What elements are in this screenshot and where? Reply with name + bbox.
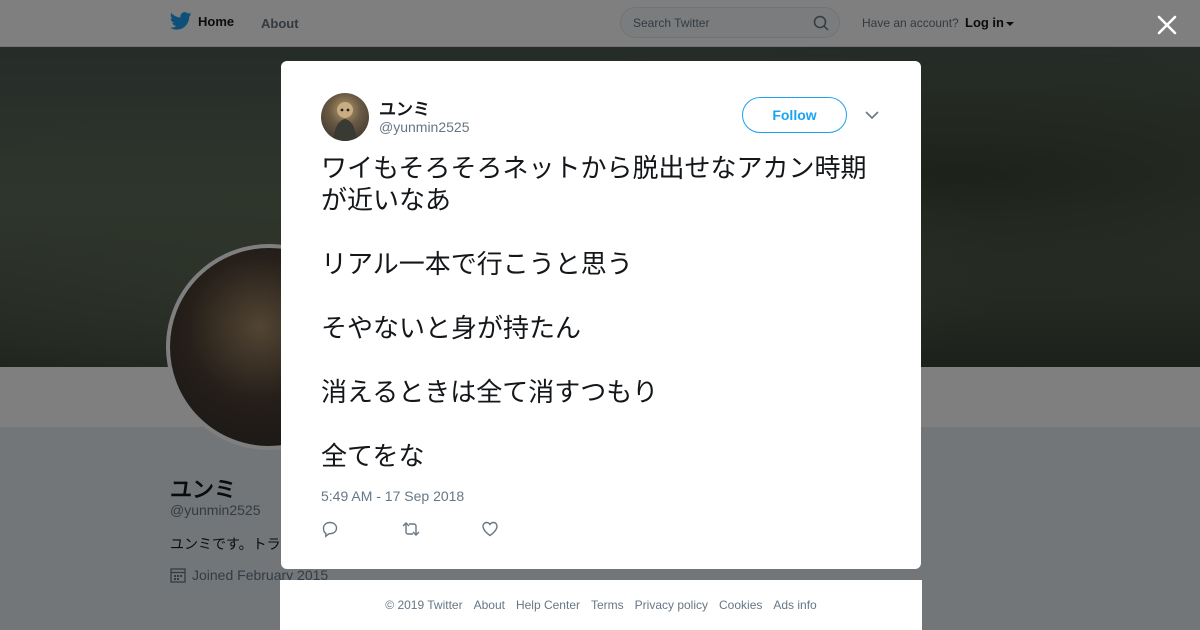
follow-button[interactable]: Follow	[742, 97, 847, 133]
footer-link-help-center[interactable]: Help Center	[516, 598, 580, 612]
footer-copyright: © 2019 Twitter	[385, 598, 463, 612]
footer: © 2019 Twitter About Help Center Terms P…	[280, 580, 922, 630]
footer-link-cookies[interactable]: Cookies	[719, 598, 762, 612]
tweet-modal: ユンミ @yunmin2525 Follow ワイもそろそろネットから脱出せなア…	[281, 61, 921, 569]
chevron-down-icon[interactable]	[864, 108, 880, 122]
avatar-figure-icon	[333, 102, 357, 141]
like-button[interactable]	[481, 520, 561, 540]
tweet-timestamp[interactable]: 5:49 AM - 17 Sep 2018	[321, 488, 464, 504]
tweet-author-name[interactable]: ユンミ	[379, 95, 430, 120]
footer-link-terms[interactable]: Terms	[591, 598, 624, 612]
footer-link-privacy[interactable]: Privacy policy	[635, 598, 708, 612]
tweet-author-handle[interactable]: @yunmin2525	[379, 119, 470, 135]
reply-button[interactable]	[321, 520, 401, 540]
tweet-paragraph: リアル一本で行こうと思う	[321, 250, 633, 280]
footer-link-ads-info[interactable]: Ads info	[773, 598, 816, 612]
heart-icon	[482, 521, 498, 537]
retweet-button[interactable]	[401, 520, 481, 540]
tweet-paragraph: そやないと身が持たん	[321, 314, 582, 344]
tweet-actions	[321, 520, 561, 540]
tweet-paragraph: ワイもそろそろネットから脱出せなアカン時期が近いなあ	[321, 154, 867, 216]
tweet-author-avatar[interactable]	[321, 93, 369, 141]
reply-icon	[322, 521, 338, 538]
footer-link-about[interactable]: About	[474, 598, 505, 612]
tweet-paragraph: 全てをな	[321, 442, 425, 472]
tweet-text: ワイもそろそろネットから脱出せなアカン時期が近いなあ リアル一本で行こうと思う …	[321, 153, 881, 473]
close-icon[interactable]	[1154, 12, 1180, 38]
tweet-paragraph: 消えるときは全て消すつもり	[321, 378, 659, 408]
retweet-icon	[402, 522, 420, 536]
